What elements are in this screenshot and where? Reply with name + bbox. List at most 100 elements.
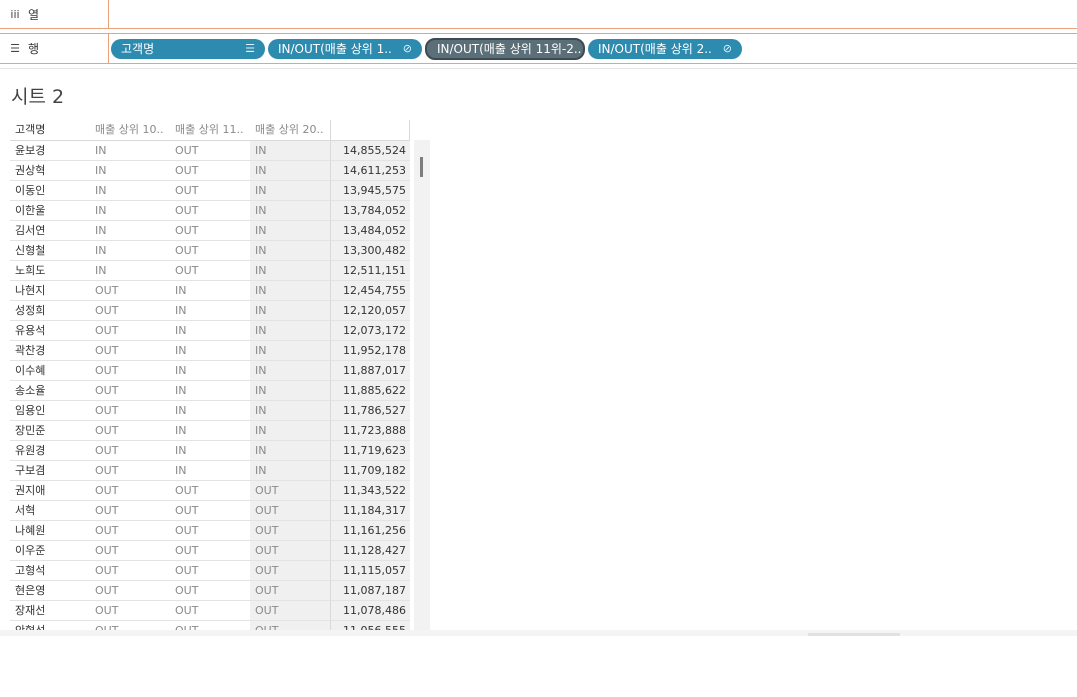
- table-row[interactable]: 권상혁 IN OUT IN 14,611,253: [10, 161, 410, 181]
- columns-shelf[interactable]: iii 열: [0, 0, 1077, 29]
- table-row[interactable]: 나혜원 OUT OUT OUT 11,161,256: [10, 521, 410, 541]
- cell-value[interactable]: 11,161,256: [330, 521, 410, 540]
- cell-value[interactable]: 12,073,172: [330, 321, 410, 340]
- cell-top10[interactable]: IN: [90, 221, 170, 240]
- cell-top10[interactable]: IN: [90, 181, 170, 200]
- cell-top20[interactable]: IN: [250, 421, 330, 440]
- table-row[interactable]: 유용석 OUT IN IN 12,073,172: [10, 321, 410, 341]
- cell-top20[interactable]: IN: [250, 341, 330, 360]
- table-row[interactable]: 장재선 OUT OUT OUT 11,078,486: [10, 601, 410, 621]
- cell-top11[interactable]: OUT: [170, 141, 250, 160]
- cell-customer-name[interactable]: 송소율: [10, 381, 90, 400]
- cell-customer-name[interactable]: 윤보경: [10, 141, 90, 160]
- cell-value[interactable]: 11,719,623: [330, 441, 410, 460]
- cell-top10[interactable]: OUT: [90, 461, 170, 480]
- cell-top10[interactable]: OUT: [90, 341, 170, 360]
- cell-top11[interactable]: OUT: [170, 521, 250, 540]
- table-row[interactable]: 윤보경 IN OUT IN 14,855,524: [10, 141, 410, 161]
- cell-value[interactable]: 14,855,524: [330, 141, 410, 160]
- cell-top20[interactable]: IN: [250, 201, 330, 220]
- cell-top20[interactable]: IN: [250, 221, 330, 240]
- header-top10[interactable]: 매출 상위 10..: [90, 120, 170, 140]
- cell-top10[interactable]: OUT: [90, 481, 170, 500]
- cell-customer-name[interactable]: 이동인: [10, 181, 90, 200]
- cell-top20[interactable]: IN: [250, 181, 330, 200]
- cell-top20[interactable]: IN: [250, 241, 330, 260]
- cell-customer-name[interactable]: 안형선: [10, 621, 90, 630]
- cell-top20[interactable]: IN: [250, 361, 330, 380]
- cell-value[interactable]: 11,087,187: [330, 581, 410, 600]
- cell-top11[interactable]: OUT: [170, 501, 250, 520]
- pill-inout-top11-20[interactable]: IN/OUT(매출 상위 11위-2..: [425, 37, 585, 60]
- table-row[interactable]: 송소율 OUT IN IN 11,885,622: [10, 381, 410, 401]
- cell-customer-name[interactable]: 신형철: [10, 241, 90, 260]
- cell-top11[interactable]: OUT: [170, 241, 250, 260]
- table-row[interactable]: 성정희 OUT IN IN 12,120,057: [10, 301, 410, 321]
- cell-value[interactable]: 11,343,522: [330, 481, 410, 500]
- cell-top10[interactable]: IN: [90, 241, 170, 260]
- cell-top11[interactable]: OUT: [170, 541, 250, 560]
- cell-value[interactable]: 13,784,052: [330, 201, 410, 220]
- cell-top11[interactable]: IN: [170, 441, 250, 460]
- cell-value[interactable]: 12,454,755: [330, 281, 410, 300]
- horizontal-scrollbar[interactable]: [0, 630, 1077, 636]
- cell-top20[interactable]: OUT: [250, 541, 330, 560]
- table-row[interactable]: 이동인 IN OUT IN 13,945,575: [10, 181, 410, 201]
- cell-top11[interactable]: IN: [170, 321, 250, 340]
- cell-customer-name[interactable]: 임용인: [10, 401, 90, 420]
- table-row[interactable]: 이한울 IN OUT IN 13,784,052: [10, 201, 410, 221]
- header-customer-name[interactable]: 고객명: [10, 120, 90, 140]
- cell-customer-name[interactable]: 장민준: [10, 421, 90, 440]
- cell-top10[interactable]: OUT: [90, 421, 170, 440]
- cell-top20[interactable]: IN: [250, 401, 330, 420]
- cell-top10[interactable]: IN: [90, 261, 170, 280]
- cell-customer-name[interactable]: 김서연: [10, 221, 90, 240]
- pill-inout-top20[interactable]: IN/OUT(매출 상위 2.. ⊘: [588, 38, 742, 59]
- cell-value[interactable]: 14,611,253: [330, 161, 410, 180]
- cell-top11[interactable]: IN: [170, 401, 250, 420]
- table-row[interactable]: 구보겸 OUT IN IN 11,709,182: [10, 461, 410, 481]
- cell-top11[interactable]: IN: [170, 281, 250, 300]
- cell-value[interactable]: 11,128,427: [330, 541, 410, 560]
- cell-top11[interactable]: IN: [170, 361, 250, 380]
- cell-top20[interactable]: OUT: [250, 521, 330, 540]
- cell-top20[interactable]: OUT: [250, 481, 330, 500]
- cell-customer-name[interactable]: 유원경: [10, 441, 90, 460]
- table-row[interactable]: 곽찬경 OUT IN IN 11,952,178: [10, 341, 410, 361]
- cell-customer-name[interactable]: 권상혁: [10, 161, 90, 180]
- cell-top10[interactable]: OUT: [90, 601, 170, 620]
- table-row[interactable]: 나현지 OUT IN IN 12,454,755: [10, 281, 410, 301]
- table-row[interactable]: 임용인 OUT IN IN 11,786,527: [10, 401, 410, 421]
- cell-top11[interactable]: IN: [170, 461, 250, 480]
- table-row[interactable]: 장민준 OUT IN IN 11,723,888: [10, 421, 410, 441]
- cell-top11[interactable]: IN: [170, 421, 250, 440]
- cell-value[interactable]: 11,952,178: [330, 341, 410, 360]
- table-row[interactable]: 이수혜 OUT IN IN 11,887,017: [10, 361, 410, 381]
- cell-customer-name[interactable]: 나현지: [10, 281, 90, 300]
- cell-top11[interactable]: OUT: [170, 261, 250, 280]
- cell-top20[interactable]: IN: [250, 161, 330, 180]
- cell-top11[interactable]: OUT: [170, 221, 250, 240]
- cell-top20[interactable]: IN: [250, 461, 330, 480]
- cell-top20[interactable]: OUT: [250, 581, 330, 600]
- cell-value[interactable]: 13,945,575: [330, 181, 410, 200]
- table-row[interactable]: 이우준 OUT OUT OUT 11,128,427: [10, 541, 410, 561]
- cell-top10[interactable]: OUT: [90, 381, 170, 400]
- cell-top10[interactable]: OUT: [90, 321, 170, 340]
- cell-customer-name[interactable]: 현은영: [10, 581, 90, 600]
- cell-top11[interactable]: OUT: [170, 581, 250, 600]
- cell-customer-name[interactable]: 권지애: [10, 481, 90, 500]
- cell-top10[interactable]: OUT: [90, 621, 170, 630]
- cell-value[interactable]: 11,056,555: [330, 621, 410, 630]
- cell-customer-name[interactable]: 노희도: [10, 261, 90, 280]
- cell-value[interactable]: 11,078,486: [330, 601, 410, 620]
- cell-customer-name[interactable]: 구보겸: [10, 461, 90, 480]
- cell-customer-name[interactable]: 곽찬경: [10, 341, 90, 360]
- rows-shelf[interactable]: ☰ 행 고객명 ☰ IN/OUT(매출 상위 1.. ⊘ IN/OUT(매출 상…: [0, 33, 1077, 64]
- cell-value[interactable]: 11,709,182: [330, 461, 410, 480]
- cell-top11[interactable]: IN: [170, 301, 250, 320]
- cell-top10[interactable]: OUT: [90, 501, 170, 520]
- table-row[interactable]: 권지애 OUT OUT OUT 11,343,522: [10, 481, 410, 501]
- cell-top10[interactable]: OUT: [90, 561, 170, 580]
- cell-top10[interactable]: IN: [90, 161, 170, 180]
